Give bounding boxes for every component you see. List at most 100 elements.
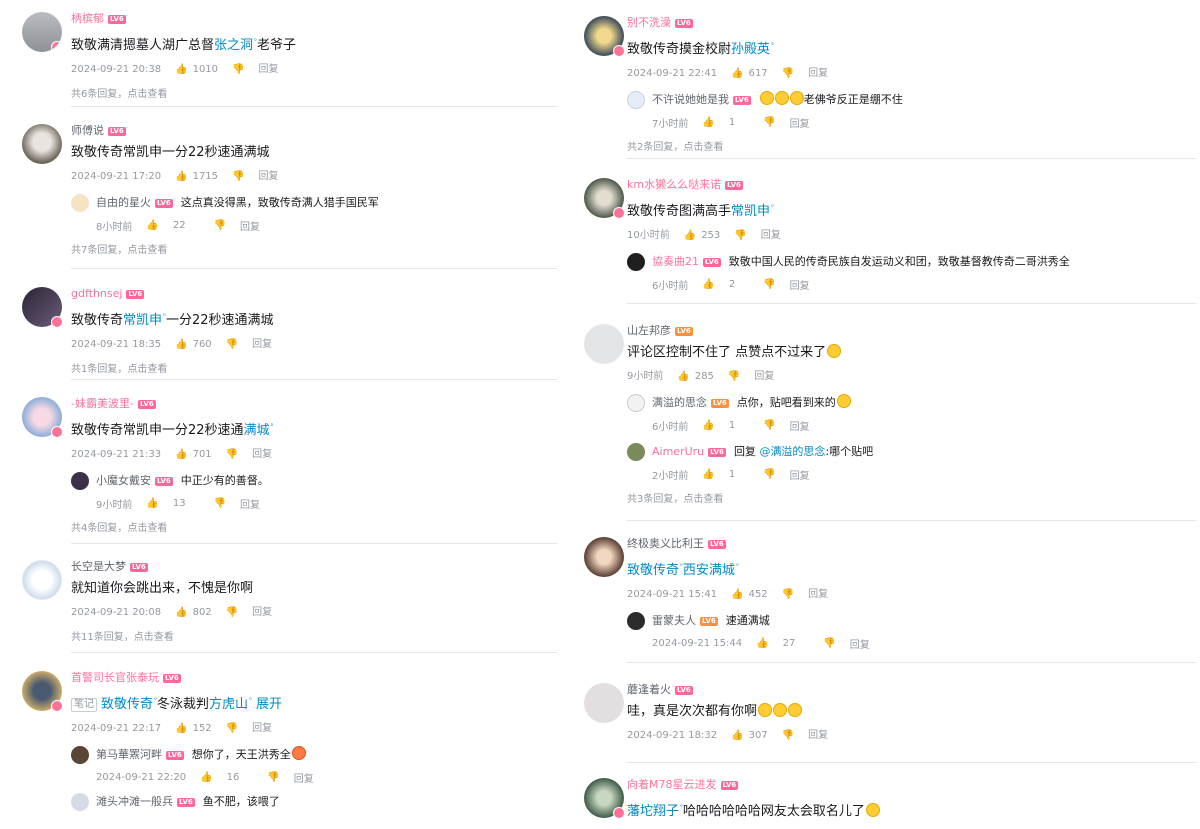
- reply-button[interactable]: 回复: [252, 448, 272, 462]
- view-replies-link[interactable]: 共1条回复，点击查看: [71, 360, 557, 375]
- like-button[interactable]: 👍 2: [702, 279, 749, 290]
- username[interactable]: 滩头冲滩一般兵: [96, 795, 173, 808]
- reply-button[interactable]: 回复: [240, 218, 260, 233]
- reply-button[interactable]: 回复: [790, 115, 810, 130]
- like-button[interactable]: 👍 307: [731, 729, 768, 743]
- avatar[interactable]: [22, 560, 62, 600]
- avatar[interactable]: [71, 194, 89, 212]
- like-button[interactable]: 👍 452: [731, 588, 768, 602]
- thumb-down-icon[interactable]: 👎: [782, 729, 794, 743]
- thumb-down-icon[interactable]: 👎: [226, 606, 238, 620]
- reply-button[interactable]: 回复: [258, 63, 278, 77]
- username[interactable]: 自由的星火: [96, 196, 151, 209]
- view-replies-link[interactable]: 共6条回复，点击查看: [71, 85, 557, 100]
- thumb-down-icon[interactable]: 👎: [782, 67, 794, 81]
- like-button[interactable]: 👍 1715: [175, 170, 218, 184]
- thumb-down-icon[interactable]: 👎: [763, 279, 775, 290]
- avatar[interactable]: [627, 91, 645, 109]
- avatar[interactable]: [71, 793, 89, 811]
- avatar[interactable]: [627, 394, 645, 412]
- reply-button[interactable]: 回复: [790, 418, 810, 433]
- thumb-down-icon[interactable]: 👎: [267, 772, 279, 783]
- thumb-down-icon[interactable]: 👎: [232, 63, 244, 77]
- like-button[interactable]: 👍 1: [702, 469, 749, 480]
- username[interactable]: 第马華罴河畔: [96, 748, 162, 761]
- username[interactable]: AimerUru: [652, 445, 704, 458]
- username[interactable]: 小魔女戴安: [96, 474, 151, 487]
- reply-button[interactable]: 回复: [252, 606, 272, 620]
- reply-button[interactable]: 回复: [850, 636, 870, 651]
- search-link[interactable]: 张之洞: [214, 38, 253, 53]
- search-link[interactable]: 致敬传奇: [627, 563, 679, 578]
- reply-button[interactable]: 回复: [240, 496, 260, 511]
- username[interactable]: 不许说她她是我: [652, 93, 729, 106]
- thumb-down-icon[interactable]: 👎: [226, 448, 238, 462]
- like-button[interactable]: 👍 152: [175, 722, 212, 736]
- avatar[interactable]: [584, 683, 624, 723]
- mention-link[interactable]: @满溢的思念: [759, 445, 825, 458]
- view-replies-link[interactable]: 共4条回复，点击查看: [71, 519, 557, 534]
- username[interactable]: km水獭么么哒来诺: [627, 178, 721, 191]
- like-button[interactable]: 👍 1: [702, 117, 749, 128]
- reply-button[interactable]: 回复: [808, 588, 828, 602]
- thumb-down-icon[interactable]: 👎: [232, 170, 244, 184]
- username[interactable]: 向着M78星云进发: [627, 778, 717, 791]
- thumb-down-icon[interactable]: 👎: [214, 498, 226, 509]
- like-button[interactable]: 👍 16: [200, 772, 253, 783]
- username[interactable]: 师傅说: [71, 124, 104, 137]
- thumb-down-icon[interactable]: 👎: [763, 117, 775, 128]
- avatar[interactable]: [584, 16, 625, 57]
- like-button[interactable]: 👍 1010: [175, 63, 218, 77]
- reply-button[interactable]: 回复: [808, 67, 828, 81]
- avatar[interactable]: [627, 253, 645, 271]
- thumb-down-icon[interactable]: 👎: [734, 229, 746, 243]
- username[interactable]: 雷蒙夫人: [652, 614, 696, 627]
- search-link[interactable]: 常凯申: [731, 204, 770, 219]
- search-link[interactable]: 满城: [244, 423, 270, 438]
- like-button[interactable]: 👍 802: [175, 606, 212, 620]
- username[interactable]: 别不洗澡: [627, 16, 671, 29]
- avatar[interactable]: [22, 671, 63, 712]
- search-link[interactable]: 西安满城: [683, 563, 735, 578]
- thumb-down-icon[interactable]: 👎: [823, 638, 835, 649]
- search-link[interactable]: 藩坨翔子: [627, 804, 679, 819]
- view-replies-link[interactable]: 共2条回复，点击查看: [627, 138, 1196, 153]
- reply-button[interactable]: 回复: [790, 277, 810, 292]
- search-link[interactable]: 孙殿英: [731, 42, 770, 57]
- username[interactable]: 協奏曲21: [652, 255, 699, 268]
- like-button[interactable]: 👍 13: [146, 498, 199, 509]
- avatar[interactable]: [627, 443, 645, 461]
- reply-button[interactable]: 回复: [790, 467, 810, 482]
- username[interactable]: gdfthnsej: [71, 287, 122, 300]
- expand-button[interactable]: 展开: [256, 697, 282, 712]
- thumb-down-icon[interactable]: 👎: [728, 370, 740, 384]
- reply-button[interactable]: 回复: [294, 770, 314, 785]
- thumb-down-icon[interactable]: 👎: [226, 722, 238, 736]
- like-button[interactable]: 👍 27: [756, 638, 809, 649]
- avatar[interactable]: [22, 287, 63, 328]
- view-replies-link[interactable]: 共11条回复，点击查看: [71, 628, 557, 643]
- username[interactable]: 山左邦彦: [627, 324, 671, 337]
- avatar[interactable]: [71, 472, 89, 490]
- reply-button[interactable]: 回复: [252, 338, 272, 352]
- view-replies-link[interactable]: 共7条回复，点击查看: [71, 241, 557, 256]
- thumb-down-icon[interactable]: 👎: [763, 420, 775, 431]
- reply-button[interactable]: 回复: [754, 370, 774, 384]
- username[interactable]: 首警司长官张泰玩: [71, 671, 159, 684]
- thumb-down-icon[interactable]: 👎: [226, 338, 238, 352]
- reply-button[interactable]: 回复: [808, 729, 828, 743]
- reply-button[interactable]: 回复: [258, 170, 278, 184]
- username[interactable]: 长空是大梦: [71, 560, 126, 573]
- like-button[interactable]: 👍 701: [175, 448, 212, 462]
- avatar[interactable]: [584, 778, 625, 819]
- like-button[interactable]: 👍 22: [146, 220, 199, 231]
- reply-button[interactable]: 回复: [252, 722, 272, 736]
- search-link[interactable]: 方虎山: [209, 697, 248, 712]
- reply-button[interactable]: 回复: [761, 229, 781, 243]
- avatar[interactable]: [584, 178, 625, 219]
- avatar[interactable]: [22, 124, 62, 164]
- like-button[interactable]: 👍 760: [175, 338, 212, 352]
- like-button[interactable]: 👍 617: [731, 67, 768, 81]
- view-replies-link[interactable]: 共3条回复，点击查看: [627, 490, 1196, 505]
- like-button[interactable]: 👍 253: [684, 229, 721, 243]
